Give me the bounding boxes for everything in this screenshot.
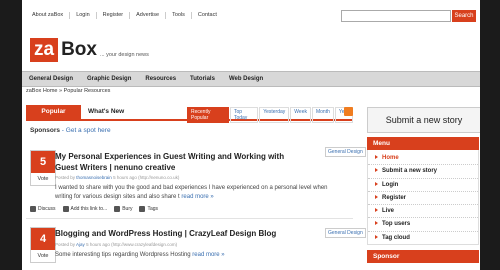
- sponsor-heading: Sponsor: [367, 250, 479, 263]
- nav-tutorials[interactable]: Tutorials: [183, 72, 222, 86]
- discuss-label: Discuss: [38, 206, 56, 212]
- discuss-button[interactable]: Discuss: [30, 206, 56, 212]
- search-input[interactable]: [341, 10, 451, 22]
- comment-icon: [30, 206, 36, 212]
- story-title[interactable]: Blogging and WordPress Hosting | CrazyLe…: [55, 228, 315, 239]
- arrow-right-icon: [375, 168, 378, 173]
- vote-box[interactable]: 5 Vote: [30, 150, 56, 186]
- tab-whats-new[interactable]: What's New: [88, 105, 124, 119]
- vote-box[interactable]: 4 Vote: [30, 227, 56, 263]
- sidebar-item-label: Top users: [382, 221, 411, 228]
- page: About zaBox Login Register Advertise Too…: [22, 0, 480, 270]
- story-meta: Posted by thomasnoisebrain 5 hours ago (…: [55, 175, 179, 180]
- story-divider: [26, 218, 353, 219]
- top-link-tools[interactable]: Tools: [166, 12, 192, 19]
- nav-graphic-design[interactable]: Graphic Design: [80, 72, 138, 86]
- add-link-button[interactable]: Add this link to...: [62, 206, 108, 212]
- story-description: Some interesting tips regarding Wordpres…: [55, 251, 345, 260]
- sidebar-item-label: Tag cloud: [382, 234, 410, 241]
- bury-icon: [114, 206, 121, 212]
- filter-week[interactable]: Week: [290, 107, 311, 123]
- sidebar-item-label: Live: [382, 208, 395, 215]
- sidebar-item-label: Submit a new story: [382, 168, 438, 175]
- time-filters: Recently Popular Top Today Yesterday Wee…: [186, 107, 353, 123]
- sidebar-item-top-users[interactable]: Top users: [368, 218, 478, 232]
- bury-label: Bury: [122, 206, 133, 212]
- menu-heading: Menu: [367, 137, 479, 150]
- sidebar-item-submit[interactable]: Submit a new story: [368, 165, 478, 179]
- filter-month[interactable]: Month: [311, 107, 334, 123]
- story-description-text: Some interesting tips regarding Wordpres…: [55, 252, 191, 258]
- submit-story-button[interactable]: Submit a new story: [367, 107, 480, 133]
- story-author[interactable]: Ajay: [76, 242, 85, 247]
- search-button[interactable]: Search: [452, 10, 476, 22]
- filter-recently-popular[interactable]: Recently Popular: [187, 107, 229, 123]
- sidebar-item-register[interactable]: Register: [368, 192, 478, 206]
- rss-icon[interactable]: [344, 107, 353, 116]
- story-description: I wanted to share with you the good and …: [55, 184, 345, 201]
- vote-label[interactable]: Vote: [31, 250, 55, 262]
- tags-label: Tags: [147, 206, 159, 212]
- sponsors-label: Sponsors: [30, 127, 60, 134]
- story-category[interactable]: General Design: [325, 228, 366, 238]
- bookmark-icon: [62, 206, 69, 212]
- filter-top-today[interactable]: Top Today: [229, 107, 259, 123]
- posted-by-label: Posted by: [55, 242, 76, 247]
- read-more-link[interactable]: read more »: [181, 194, 213, 200]
- sidebar-item-label: Home: [382, 155, 399, 161]
- vote-count: 5: [31, 151, 55, 173]
- vote-count: 4: [31, 228, 55, 250]
- sidebar-item-label: Register: [382, 194, 407, 201]
- sidebar-item-home[interactable]: Home: [368, 152, 478, 166]
- story-url: (http://www.crazyleafdesign.com): [111, 242, 178, 247]
- top-links: About zaBox Login Register Advertise Too…: [26, 12, 223, 19]
- tag-icon: [139, 206, 146, 212]
- story-url: (http://nenuno.co.uk): [138, 175, 180, 180]
- arrow-right-icon: [375, 221, 378, 226]
- sponsors-line: Sponsors - Get a spot here: [30, 127, 111, 134]
- story-meta: Posted by Ajay 5 hours ago (http://www.c…: [55, 242, 177, 247]
- top-link-register[interactable]: Register: [97, 12, 131, 19]
- add-link-label: Add this link to...: [70, 206, 108, 212]
- vote-label[interactable]: Vote: [31, 173, 55, 185]
- bury-button[interactable]: Bury: [114, 206, 132, 212]
- sidebar-item-login[interactable]: Login: [368, 179, 478, 192]
- logo-box: Box: [61, 39, 97, 60]
- nav-resources[interactable]: Resources: [138, 72, 183, 86]
- top-bar: About zaBox Login Register Advertise Too…: [22, 0, 480, 32]
- main-nav: General Design Graphic Design Resources …: [22, 71, 480, 87]
- tagline: ... your design news: [99, 52, 149, 58]
- tags-button[interactable]: Tags: [139, 206, 158, 212]
- sponsors-link[interactable]: - Get a spot here: [62, 127, 111, 134]
- top-link-login[interactable]: Login: [70, 12, 97, 19]
- logo-za: za: [30, 38, 59, 62]
- story-author[interactable]: thomasnoisebrain: [76, 175, 112, 180]
- logo[interactable]: za Box ... your design news: [30, 38, 149, 62]
- sidebar-item-label: Login: [382, 181, 399, 188]
- arrow-right-icon: [375, 194, 378, 199]
- read-more-link[interactable]: read more »: [192, 252, 224, 258]
- arrow-right-icon: [375, 234, 378, 239]
- tab-bar: Popular Resources What's New Recently Po…: [26, 105, 353, 129]
- sidebar-item-tag-cloud[interactable]: Tag cloud: [368, 232, 478, 244]
- tab-popular-resources[interactable]: Popular Resources: [26, 105, 81, 129]
- nav-general-design[interactable]: General Design: [22, 72, 80, 86]
- story-time: 5 hours ago: [86, 242, 110, 247]
- top-link-contact[interactable]: Contact: [192, 12, 223, 19]
- top-link-advertise[interactable]: Advertise: [130, 12, 167, 19]
- story-time: 5 hours ago: [113, 175, 137, 180]
- breadcrumb[interactable]: zaBox Home » Popular Resources: [26, 88, 110, 94]
- nav-web-design[interactable]: Web Design: [222, 72, 270, 86]
- sidebar-item-live[interactable]: Live: [368, 205, 478, 219]
- story-title[interactable]: My Personal Experiences in Guest Writing…: [55, 151, 285, 173]
- story-category[interactable]: General Design: [325, 147, 366, 157]
- sidebar-menu: Home Submit a new story Login Register L…: [367, 150, 479, 246]
- filter-yesterday[interactable]: Yesterday: [259, 107, 290, 123]
- posted-by-label: Posted by: [55, 175, 76, 180]
- top-link-about[interactable]: About zaBox: [26, 12, 71, 19]
- arrow-right-icon: [375, 155, 378, 159]
- story-actions: Discuss Add this link to... Bury Tags: [30, 206, 165, 212]
- arrow-right-icon: [375, 208, 378, 213]
- arrow-right-icon: [375, 181, 378, 186]
